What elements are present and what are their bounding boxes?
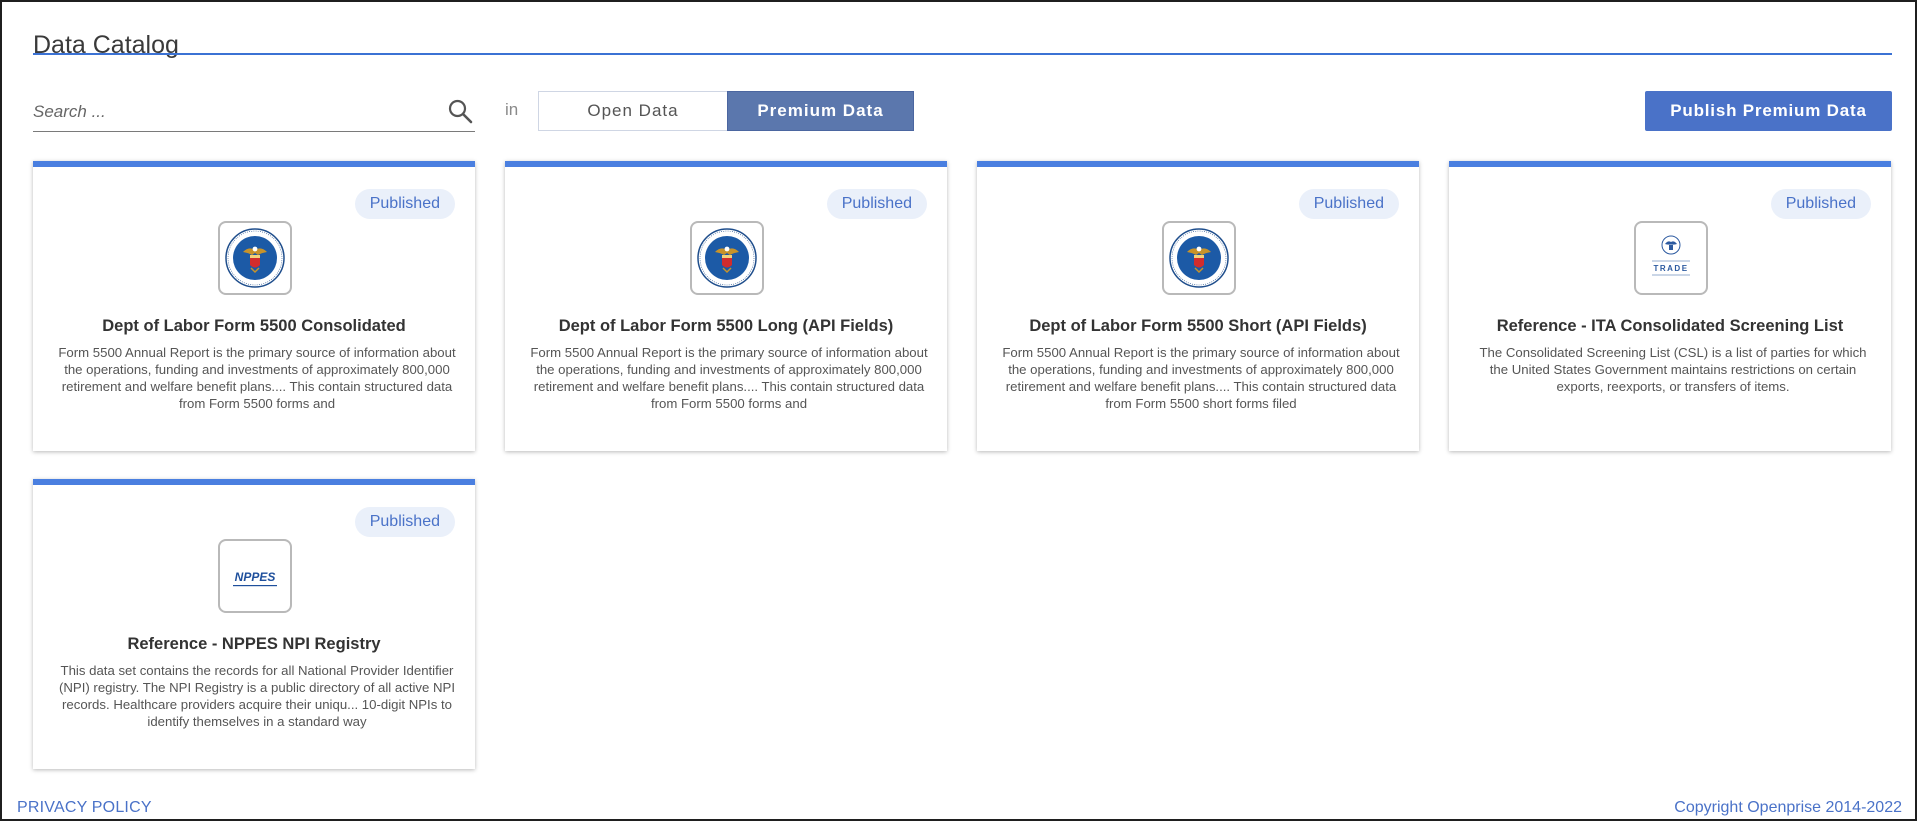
copyright-text: Copyright Openprise 2014-2022 xyxy=(1674,799,1902,816)
dataset-title: Dept of Labor Form 5500 Consolidated xyxy=(102,317,406,335)
svg-text:NPPES: NPPES xyxy=(235,570,276,584)
status-badge: Published xyxy=(354,189,455,219)
dataset-card[interactable]: Published TRADE Reference - ITA Consolid… xyxy=(1449,161,1891,451)
dol-seal-icon xyxy=(225,228,285,288)
dataset-title: Dept of Labor Form 5500 Long (API Fields… xyxy=(558,317,894,335)
privacy-policy-link[interactable]: PRIVACY POLICY xyxy=(17,799,152,817)
dataset-description: Form 5500 Annual Report is the primary s… xyxy=(530,345,928,411)
publish-premium-data-button[interactable]: Publish Premium Data xyxy=(1645,91,1892,131)
title-divider xyxy=(33,53,1892,55)
status-badge: Published xyxy=(1298,189,1399,219)
search-box xyxy=(33,94,475,132)
search-input[interactable] xyxy=(33,96,433,128)
dataset-title: Dept of Labor Form 5500 Short (API Field… xyxy=(1029,317,1367,335)
dataset-logo xyxy=(1162,221,1236,295)
status-badge: Published xyxy=(354,507,455,537)
dataset-logo xyxy=(690,221,764,295)
dataset-title: Reference - NPPES NPI Registry xyxy=(127,635,381,653)
dataset-card[interactable]: Published Dept of Labor Form 5500 Consol… xyxy=(33,161,475,451)
dataset-logo: TRADE xyxy=(1634,221,1708,295)
dataset-description: This data set contains the records for a… xyxy=(59,663,455,729)
ita-trade-logo-icon: TRADE xyxy=(1652,235,1690,276)
dataset-description: Form 5500 Annual Report is the primary s… xyxy=(1002,345,1400,411)
tab-premium-data[interactable]: Premium Data xyxy=(727,91,914,131)
page-title: Data Catalog xyxy=(33,30,179,59)
search-scope-label: in xyxy=(505,100,519,119)
nppes-logo-icon: NPPES xyxy=(233,570,277,587)
tab-open-data[interactable]: Open Data xyxy=(538,91,727,131)
dataset-description: Form 5500 Annual Report is the primary s… xyxy=(58,345,456,411)
dataset-description: The Consolidated Screening List (CSL) is… xyxy=(1479,345,1867,394)
dol-seal-icon xyxy=(1169,228,1229,288)
dataset-logo xyxy=(218,221,292,295)
status-badge: Published xyxy=(826,189,927,219)
dataset-card[interactable]: Published Dept of Labor Form 5500 Short … xyxy=(977,161,1419,451)
status-badge: Published xyxy=(1770,189,1871,219)
svg-text:TRADE: TRADE xyxy=(1653,264,1688,273)
dataset-card[interactable]: Published NPPES Reference - NPPES NPI Re… xyxy=(33,479,475,769)
dol-seal-icon xyxy=(697,228,757,288)
dataset-title: Reference - ITA Consolidated Screening L… xyxy=(1496,317,1844,335)
search-icon[interactable] xyxy=(447,98,473,124)
dataset-card[interactable]: Published Dept of Labor Form 5500 Long (… xyxy=(505,161,947,451)
dataset-logo: NPPES xyxy=(218,539,292,613)
